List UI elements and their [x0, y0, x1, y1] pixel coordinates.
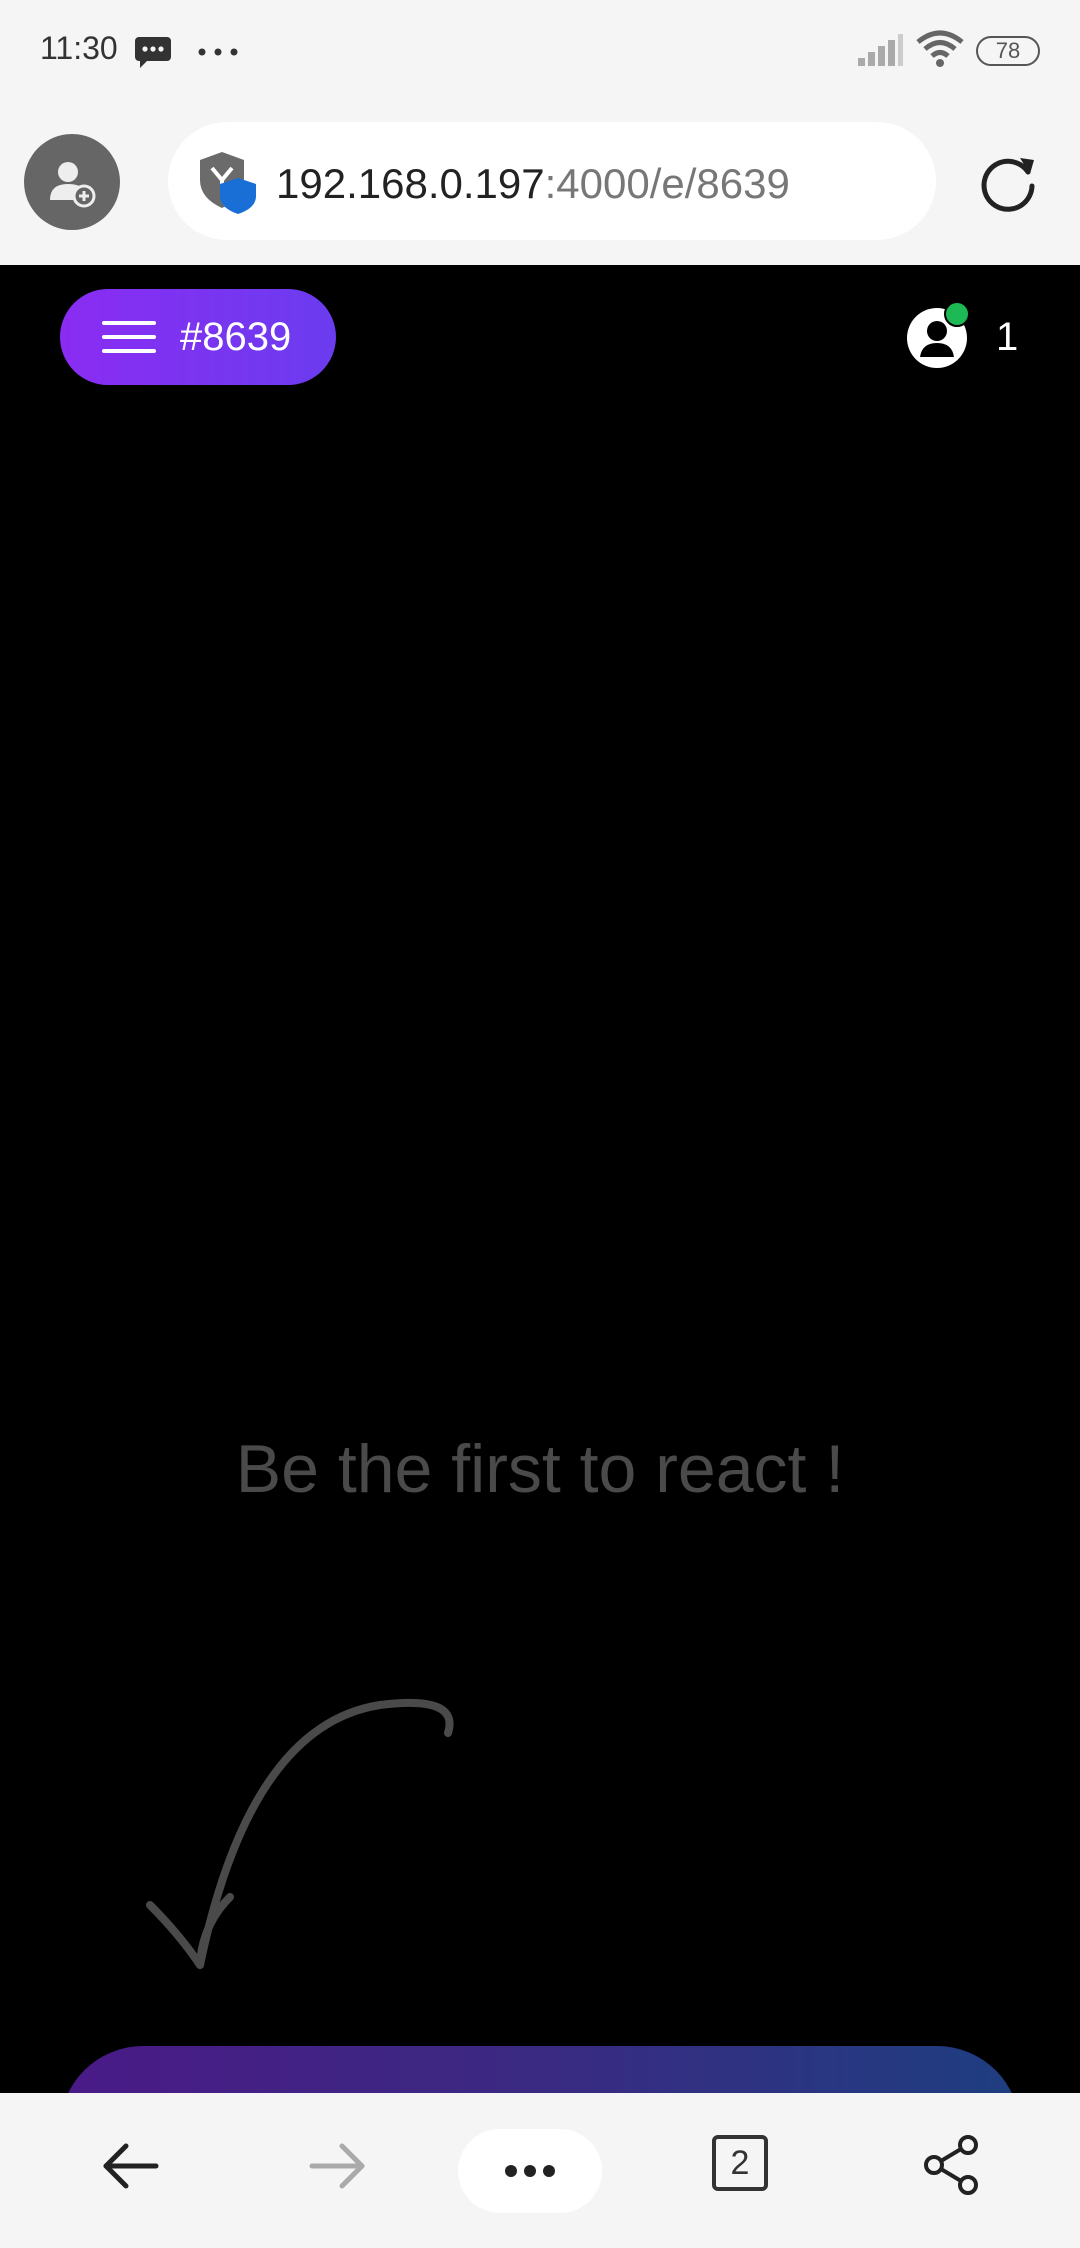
url-host: 192.168.0.197 — [276, 160, 545, 207]
tabs-button[interactable]: 2 — [712, 2135, 768, 2191]
more-dots-icon — [198, 48, 238, 56]
event-menu-button[interactable]: #8639 — [60, 289, 336, 385]
signal-icon — [858, 34, 903, 66]
battery-level: 78 — [995, 38, 1021, 63]
address-bar[interactable]: 192.168.0.197:4000/e/8639 — [168, 122, 936, 240]
security-shield-icon — [200, 152, 256, 214]
browser-bottom-nav: 2 — [0, 2093, 1080, 2248]
tab-count: 2 — [730, 2143, 750, 2182]
wifi-icon — [916, 30, 964, 67]
battery-indicator: 78 — [976, 36, 1040, 66]
participants-count: 1 — [996, 315, 1019, 359]
share-icon[interactable] — [922, 2135, 982, 2195]
status-time: 11:30 — [40, 30, 118, 66]
url-text: 192.168.0.197:4000/e/8639 — [276, 160, 790, 208]
menu-icon — [102, 321, 156, 353]
event-code: #8639 — [180, 315, 292, 359]
url-path: :4000/e/8639 — [544, 160, 790, 207]
back-arrow-icon[interactable] — [100, 2141, 160, 2191]
curved-arrow-icon — [146, 1698, 454, 1969]
menu-dots-icon — [505, 2165, 555, 2177]
message-icon — [135, 37, 171, 68]
online-status-dot — [944, 301, 970, 327]
forward-arrow-icon[interactable] — [308, 2141, 368, 2191]
browser-toolbar: 192.168.0.197:4000/e/8639 — [0, 100, 1080, 265]
reload-icon[interactable] — [976, 150, 1040, 214]
participants-indicator[interactable]: 1 — [900, 301, 1040, 371]
empty-state-message: Be the first to react ! — [235, 1431, 845, 1507]
status-bar: 11:30 78 — [0, 0, 1080, 100]
add-profile-icon — [50, 162, 96, 208]
add-profile-button[interactable] — [24, 134, 120, 230]
event-page: #8639 1 Be the first to react ! ❤️ 👏 💯 🙌 — [0, 265, 1080, 2212]
menu-button[interactable] — [458, 2129, 602, 2213]
